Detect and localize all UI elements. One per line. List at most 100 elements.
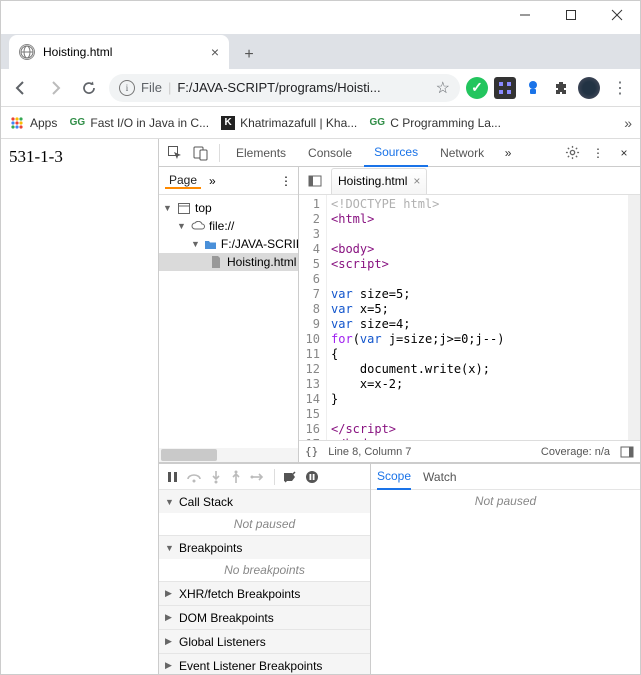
section-dom-breakpoints: ▶DOM Breakpoints [159, 606, 370, 630]
section-xhr-breakpoints: ▶XHR/fetch Breakpoints [159, 582, 370, 606]
devtools-settings-icon[interactable] [560, 141, 584, 165]
bookmark-label: Fast I/O in Java in C... [90, 116, 209, 130]
deactivate-breakpoints-icon[interactable] [283, 470, 297, 484]
step-out-icon[interactable] [230, 470, 242, 484]
section-body: No breakpoints [159, 559, 370, 581]
tree-row-file[interactable]: Hoisting.html [159, 253, 298, 271]
url-path: F:/JAVA-SCRIPT/programs/Hoisti... [177, 80, 380, 95]
tree-label: Hoisting.html [227, 255, 296, 269]
extension-icon-1[interactable]: ✓ [466, 77, 488, 99]
section-title: DOM Breakpoints [179, 611, 274, 625]
section-header[interactable]: ▶Global Listeners [159, 630, 370, 653]
k-icon: K [221, 116, 235, 130]
browser-tab-title: Hoisting.html [43, 45, 203, 59]
watch-tab[interactable]: Watch [423, 464, 457, 490]
bookmarks-overflow-icon[interactable]: » [624, 115, 632, 131]
extensions-button[interactable] [550, 77, 572, 99]
device-toggle-icon[interactable] [189, 141, 213, 165]
extension-icon-3[interactable] [522, 77, 544, 99]
show-navigator-icon[interactable] [303, 169, 327, 193]
coverage-status: Coverage: n/a [541, 446, 610, 458]
debugger-right-pane: Scope Watch Not paused [371, 464, 640, 674]
info-icon[interactable]: i [119, 80, 135, 96]
bookmark-apps[interactable]: Apps [9, 115, 57, 131]
twisty-icon: ▼ [163, 203, 173, 213]
devtools-tab-console[interactable]: Console [298, 139, 362, 167]
window-maximize-button[interactable] [548, 1, 594, 29]
section-title: XHR/fetch Breakpoints [179, 587, 300, 601]
url-prefix: File [141, 80, 162, 95]
tree-row-scheme[interactable]: ▼ file:// [159, 217, 298, 235]
section-header[interactable]: ▶Event Listener Breakpoints [159, 654, 370, 674]
show-debugger-icon[interactable] [620, 445, 634, 459]
pause-on-exceptions-icon[interactable] [305, 470, 319, 484]
tree-label: top [195, 201, 212, 215]
navigator-overflow-icon[interactable]: » [209, 174, 216, 188]
gfg-icon: GG [69, 115, 85, 131]
browser-toolbar: i File | F:/JAVA-SCRIPT/programs/Hoisti.… [1, 69, 640, 107]
section-title: Event Listener Breakpoints [179, 659, 322, 673]
section-global-listeners: ▶Global Listeners [159, 630, 370, 654]
bookmark-item-1[interactable]: GG Fast I/O in Java in C... [69, 115, 209, 131]
browser-tabstrip: Hoisting.html × + [1, 34, 640, 69]
extension-icon-2[interactable] [494, 77, 516, 99]
code-editor[interactable]: 123456789101112131415161718 <!DOCTYPE ht… [299, 195, 640, 440]
devtools-tabs-overflow-icon[interactable]: » [496, 141, 520, 165]
step-icon[interactable] [250, 471, 266, 483]
inspect-element-icon[interactable] [163, 141, 187, 165]
devtools-tab-network[interactable]: Network [430, 139, 494, 167]
braces-icon[interactable]: {} [305, 445, 318, 458]
apps-icon [9, 115, 25, 131]
twisty-icon: ▼ [191, 239, 200, 249]
editor-file-tab[interactable]: Hoisting.html × [331, 168, 427, 194]
devtools-close-icon[interactable]: × [612, 141, 636, 165]
devtools-panel: Elements Console Sources Network » ⋮ × P… [159, 139, 640, 674]
section-title: Call Stack [179, 495, 233, 509]
address-bar[interactable]: i File | F:/JAVA-SCRIPT/programs/Hoisti.… [109, 74, 460, 102]
code-lines[interactable]: <!DOCTYPE html><html> <body><script> var… [327, 195, 628, 440]
devtools-tabbar: Elements Console Sources Network » ⋮ × [159, 139, 640, 167]
navigator-menu-icon[interactable]: ⋮ [280, 174, 292, 188]
devtools-menu-icon[interactable]: ⋮ [586, 141, 610, 165]
gfg-icon: GG [369, 115, 385, 131]
pause-icon[interactable] [167, 471, 178, 483]
section-breakpoints: ▼Breakpoints No breakpoints [159, 536, 370, 582]
window-minimize-button[interactable] [502, 1, 548, 29]
navigator-hscrollbar[interactable] [159, 448, 298, 462]
scope-tab[interactable]: Scope [377, 464, 411, 490]
content-area: 531-1-3 Elements Console Sources Network… [1, 139, 640, 674]
new-tab-button[interactable]: + [235, 41, 263, 69]
section-header[interactable]: ▶XHR/fetch Breakpoints [159, 582, 370, 605]
window-close-button[interactable] [594, 1, 640, 29]
section-header[interactable]: ▶DOM Breakpoints [159, 606, 370, 629]
scope-body: Not paused [371, 490, 640, 512]
section-header[interactable]: ▼Call Stack [159, 490, 370, 513]
chrome-menu-button[interactable]: ⋮ [606, 74, 634, 102]
line-gutter: 123456789101112131415161718 [299, 195, 327, 440]
tree-row-top[interactable]: ▼ top [159, 199, 298, 217]
debugger-left-pane: ▼Call Stack Not paused ▼Breakpoints No b… [159, 464, 371, 674]
sources-navigator: Page » ⋮ ▼ top ▼ [159, 167, 299, 462]
close-icon[interactable]: × [413, 174, 420, 188]
reload-button[interactable] [75, 74, 103, 102]
back-button[interactable] [7, 74, 35, 102]
window-icon [177, 203, 191, 214]
devtools-tab-elements[interactable]: Elements [226, 139, 296, 167]
editor-tab-label: Hoisting.html [338, 174, 407, 188]
file-icon [209, 256, 223, 268]
devtools-tab-sources[interactable]: Sources [364, 139, 428, 167]
navigator-tree: ▼ top ▼ file:// ▼ F:/JAVA-SCRIPT/ [159, 195, 298, 448]
step-over-icon[interactable] [186, 471, 202, 483]
close-tab-icon[interactable]: × [211, 44, 219, 60]
tree-row-folder[interactable]: ▼ F:/JAVA-SCRIPT/pro [159, 235, 298, 253]
bookmark-item-2[interactable]: K Khatrimazafull | Kha... [221, 116, 357, 130]
star-icon[interactable]: ☆ [436, 78, 450, 98]
section-header[interactable]: ▼Breakpoints [159, 536, 370, 559]
navigator-tab-page[interactable]: Page [165, 173, 201, 189]
step-into-icon[interactable] [210, 470, 222, 484]
forward-button[interactable] [41, 74, 69, 102]
twisty-icon: ▼ [177, 221, 187, 231]
bookmark-item-3[interactable]: GG C Programming La... [369, 115, 501, 131]
browser-tab-active[interactable]: Hoisting.html × [9, 35, 229, 69]
profile-avatar[interactable] [578, 77, 600, 99]
